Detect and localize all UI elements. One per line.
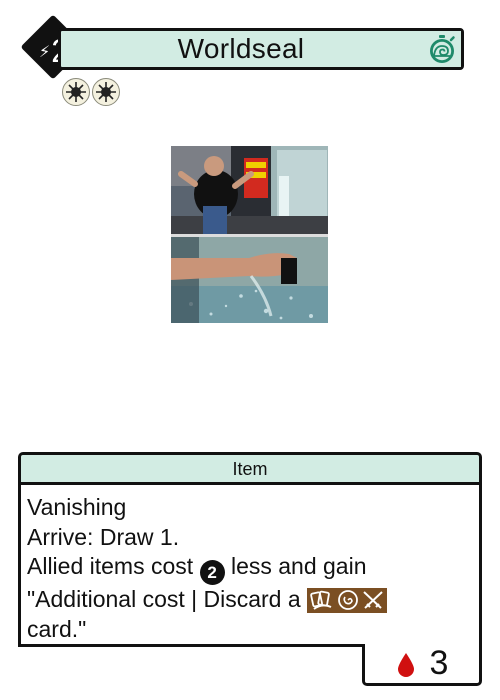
suit-badge bbox=[307, 587, 388, 613]
card-type: Item bbox=[232, 459, 268, 479]
inline-cost-icon: 2 bbox=[199, 560, 225, 586]
rules-line: Arrive: Draw 1. bbox=[27, 523, 180, 550]
snail-stopwatch-icon bbox=[430, 35, 455, 63]
rules-line: Allied items cost 2 less and gain bbox=[27, 552, 473, 586]
sun-icon bbox=[92, 78, 120, 106]
strength-value: 3 bbox=[429, 644, 449, 682]
spiral-hand-icon bbox=[338, 590, 358, 611]
rules-line: card." bbox=[27, 615, 87, 642]
type-line: Item bbox=[18, 452, 482, 484]
crossed-swords-icon bbox=[363, 591, 383, 609]
rules-text: less and gain bbox=[230, 553, 367, 579]
blood-drop-icon bbox=[397, 652, 414, 677]
rules-line: "Additional cost | Discard a bbox=[27, 585, 473, 615]
speed-indicator bbox=[423, 31, 461, 67]
card-title: Worldseal bbox=[177, 33, 305, 64]
hand-cards-icon bbox=[310, 590, 332, 611]
strength-box: 3 bbox=[362, 644, 482, 686]
card-art bbox=[171, 146, 328, 323]
rules-line: Vanishing bbox=[27, 494, 127, 520]
sun-icon bbox=[62, 78, 90, 106]
rules-text-box: Vanishing Arrive: Draw 1. Allied items c… bbox=[18, 482, 482, 647]
symbol-row bbox=[62, 78, 120, 106]
rules-text: Allied items cost bbox=[27, 553, 194, 579]
bolt-icon: ⚡︎ bbox=[38, 44, 51, 61]
rules-text: "Additional cost | Discard a bbox=[27, 586, 301, 613]
title-bar: Worldseal bbox=[58, 28, 464, 70]
